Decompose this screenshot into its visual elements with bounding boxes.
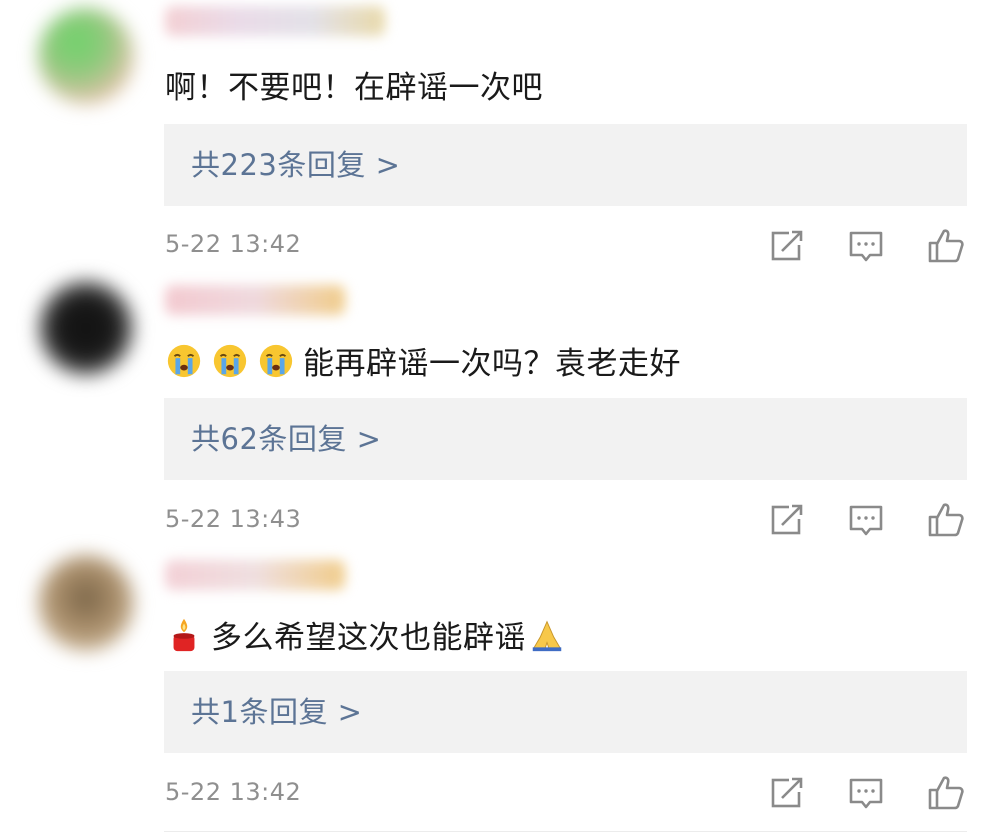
reply-thread-link[interactable]: 共223条回复 > — [164, 124, 967, 206]
crying-emoji — [259, 344, 293, 377]
avatar[interactable] — [38, 555, 134, 651]
share-button[interactable] — [768, 500, 808, 540]
comment-text-content: 啊！不要吧！在辟谣一次吧 — [165, 70, 543, 106]
username-blurred[interactable] — [165, 6, 385, 36]
comment-timestamp: 5-22 13:42 — [165, 778, 302, 806]
username-blurred[interactable] — [165, 285, 345, 315]
comment-button[interactable] — [846, 773, 886, 813]
reply-thread-link[interactable]: 共62条回复 > — [164, 398, 967, 480]
praying-hands-emoji — [532, 620, 562, 651]
comment-text: 多么希望这次也能辟谣 — [165, 612, 574, 657]
divider — [164, 831, 967, 832]
comment-text: 啊！不要吧！在辟谣一次吧 — [165, 62, 543, 107]
share-button[interactable] — [768, 773, 808, 813]
like-icon — [928, 229, 964, 263]
candle-emoji — [173, 618, 195, 651]
avatar[interactable] — [38, 8, 134, 104]
share-button[interactable] — [768, 226, 808, 266]
like-button[interactable] — [926, 773, 966, 813]
comment-button[interactable] — [846, 500, 886, 540]
comment-text-content: 多么希望这次也能辟谣 — [211, 620, 526, 656]
like-button[interactable] — [926, 226, 966, 266]
reply-count-label: 共62条回复 > — [191, 422, 382, 456]
comment-icon — [849, 505, 883, 536]
comment-icon — [849, 778, 883, 809]
like-button[interactable] — [926, 500, 966, 540]
comment-text: 能再辟谣一次吗？袁老走好 — [165, 338, 681, 383]
reply-count-label: 共1条回复 > — [191, 695, 363, 729]
comment-icon — [849, 231, 883, 262]
like-icon — [928, 503, 964, 537]
comment-timestamp: 5-22 13:43 — [165, 505, 302, 533]
like-icon — [928, 776, 964, 810]
crying-emoji — [213, 344, 247, 377]
avatar[interactable] — [38, 280, 134, 376]
comment-text-content: 能再辟谣一次吗？袁老走好 — [303, 346, 681, 382]
crying-emoji — [167, 344, 201, 377]
share-icon — [771, 504, 804, 535]
share-icon — [771, 230, 804, 261]
reply-count-label: 共223条回复 > — [191, 148, 401, 182]
comment-button[interactable] — [846, 226, 886, 266]
share-icon — [771, 777, 804, 808]
username-blurred[interactable] — [165, 560, 345, 590]
reply-thread-link[interactable]: 共1条回复 > — [164, 671, 967, 753]
comment-timestamp: 5-22 13:42 — [165, 230, 302, 258]
